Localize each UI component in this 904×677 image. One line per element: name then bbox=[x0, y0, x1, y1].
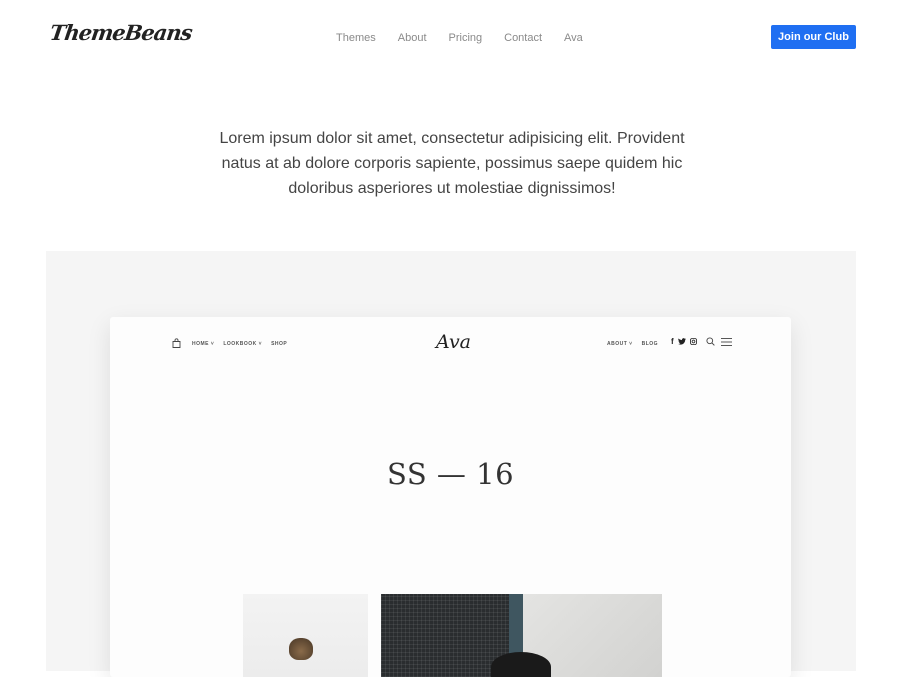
shopping-bag-icon bbox=[172, 338, 181, 348]
preview-nav-shop[interactable]: SHOP bbox=[271, 341, 287, 347]
theme-preview-window[interactable]: HOME ˅ LOOKBOOK ˅ SHOP Ava ABOUT ˅ BLOG … bbox=[110, 317, 791, 677]
ava-logo[interactable]: Ava bbox=[436, 331, 471, 353]
nav-link-pricing[interactable]: Pricing bbox=[449, 31, 483, 45]
preview-nav-left: HOME ˅ LOOKBOOK ˅ SHOP bbox=[192, 341, 296, 347]
menu-icon[interactable] bbox=[720, 337, 732, 346]
preview-nav-right: ABOUT ˅ BLOG bbox=[607, 341, 667, 347]
preview-social-icons: f bbox=[671, 337, 736, 346]
preview-nav-about[interactable]: ABOUT ˅ bbox=[607, 341, 633, 347]
hat-figure-dark bbox=[491, 652, 551, 677]
main-nav: Themes About Pricing Contact Ava bbox=[336, 31, 605, 45]
facebook-icon[interactable]: f bbox=[671, 337, 674, 346]
preview-nav-lookbook[interactable]: LOOKBOOK ˅ bbox=[223, 341, 262, 347]
nav-link-about[interactable]: About bbox=[398, 31, 427, 45]
intro-paragraph: Lorem ipsum dolor sit amet, consectetur … bbox=[219, 130, 685, 197]
lookbook-photo-2[interactable] bbox=[381, 594, 662, 677]
preview-hero-title: SS — 16 bbox=[386, 457, 515, 491]
nav-link-themes[interactable]: Themes bbox=[336, 31, 376, 45]
nav-link-contact[interactable]: Contact bbox=[504, 31, 542, 45]
themebeans-logo[interactable]: ThemeBeans bbox=[48, 20, 193, 45]
twitter-icon[interactable] bbox=[677, 338, 686, 345]
instagram-icon[interactable] bbox=[689, 338, 697, 345]
lookbook-photo-1[interactable] bbox=[243, 594, 368, 677]
preview-nav-blog[interactable]: BLOG bbox=[642, 341, 658, 347]
hat-figure bbox=[289, 638, 313, 660]
search-icon[interactable] bbox=[706, 337, 715, 346]
join-club-button[interactable]: Join our Club bbox=[771, 25, 856, 49]
preview-header: HOME ˅ LOOKBOOK ˅ SHOP Ava ABOUT ˅ BLOG … bbox=[110, 317, 791, 369]
nav-link-ava[interactable]: Ava bbox=[564, 31, 583, 45]
theme-showcase: HOME ˅ LOOKBOOK ˅ SHOP Ava ABOUT ˅ BLOG … bbox=[46, 251, 856, 677]
preview-nav-home[interactable]: HOME ˅ bbox=[192, 341, 214, 347]
